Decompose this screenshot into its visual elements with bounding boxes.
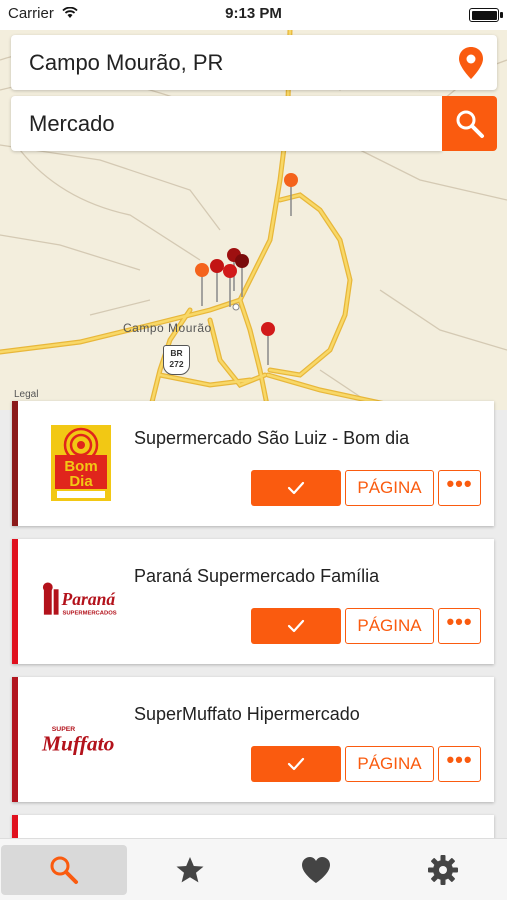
svg-text:SUPERMERCADOS: SUPERMERCADOS: [62, 611, 116, 617]
result-name[interactable]: SuperMuffato Hipermercado: [134, 704, 360, 725]
tab-favorites-heart[interactable]: [253, 845, 379, 895]
gear-icon: [428, 855, 458, 885]
map-pin[interactable]: [210, 259, 224, 302]
map-pin[interactable]: [261, 322, 275, 365]
page-button[interactable]: PÁGINA: [345, 608, 434, 644]
status-bar: Carrier 9:13 PM: [0, 0, 507, 30]
more-button[interactable]: •••: [438, 608, 481, 644]
star-icon: [176, 857, 204, 883]
result-color-bar: [12, 539, 18, 664]
checkmark-icon: [287, 619, 305, 633]
clock: 9:13 PM: [225, 5, 282, 22]
search-field[interactable]: Mercado: [11, 96, 442, 151]
tab-bar: [0, 838, 507, 900]
route-shield-line1: BR: [170, 348, 183, 358]
bom-dia-logo: Bom Dia: [40, 423, 122, 503]
search-button[interactable]: [442, 96, 497, 151]
svg-text:Dia: Dia: [69, 473, 93, 490]
map-city-label: Campo Mourão: [123, 321, 212, 335]
checkmark-icon: [287, 481, 305, 495]
result-card[interactable]: Bom Dia Supermercado São Luiz - Bom dia …: [12, 401, 494, 526]
route-shield: BR 272: [163, 345, 190, 375]
search-value: Mercado: [29, 111, 115, 136]
result-card[interactable]: Paraná SUPERMERCADOS Paraná Supermercado…: [12, 539, 494, 664]
svg-text:Muffato: Muffato: [41, 732, 114, 756]
svg-text:Paraná: Paraná: [60, 589, 115, 609]
location-value: Campo Mourão, PR: [29, 50, 224, 75]
tab-search[interactable]: [1, 845, 127, 895]
route-shield-line2: 272: [169, 359, 184, 369]
tab-favorites-star[interactable]: [127, 845, 253, 895]
map-legal-link[interactable]: Legal: [14, 389, 38, 400]
map-pin[interactable]: [195, 263, 209, 306]
checkin-button[interactable]: [251, 470, 341, 506]
search-icon: [50, 856, 78, 884]
result-name[interactable]: Supermercado São Luiz - Bom dia: [134, 428, 409, 449]
battery-icon: [469, 8, 503, 22]
location-field[interactable]: Campo Mourão, PR: [11, 35, 497, 90]
result-color-bar: [12, 401, 18, 526]
result-card[interactable]: SUPER Muffato SuperMuffato Hipermercado …: [12, 677, 494, 802]
result-name[interactable]: Paraná Supermercado Família: [134, 566, 379, 587]
page-button[interactable]: PÁGINA: [345, 470, 434, 506]
location-pin-icon[interactable]: [459, 47, 483, 84]
search-icon: [456, 110, 484, 138]
parana-logo: Paraná SUPERMERCADOS: [40, 561, 122, 641]
checkin-button[interactable]: [251, 608, 341, 644]
tab-settings[interactable]: [380, 845, 506, 895]
more-button[interactable]: •••: [438, 746, 481, 782]
heart-icon: [302, 857, 330, 883]
page-button[interactable]: PÁGINA: [345, 746, 434, 782]
checkmark-icon: [287, 757, 305, 771]
muffato-logo: SUPER Muffato: [40, 699, 122, 779]
more-button[interactable]: •••: [438, 470, 481, 506]
checkin-button[interactable]: [251, 746, 341, 782]
result-color-bar: [12, 677, 18, 802]
